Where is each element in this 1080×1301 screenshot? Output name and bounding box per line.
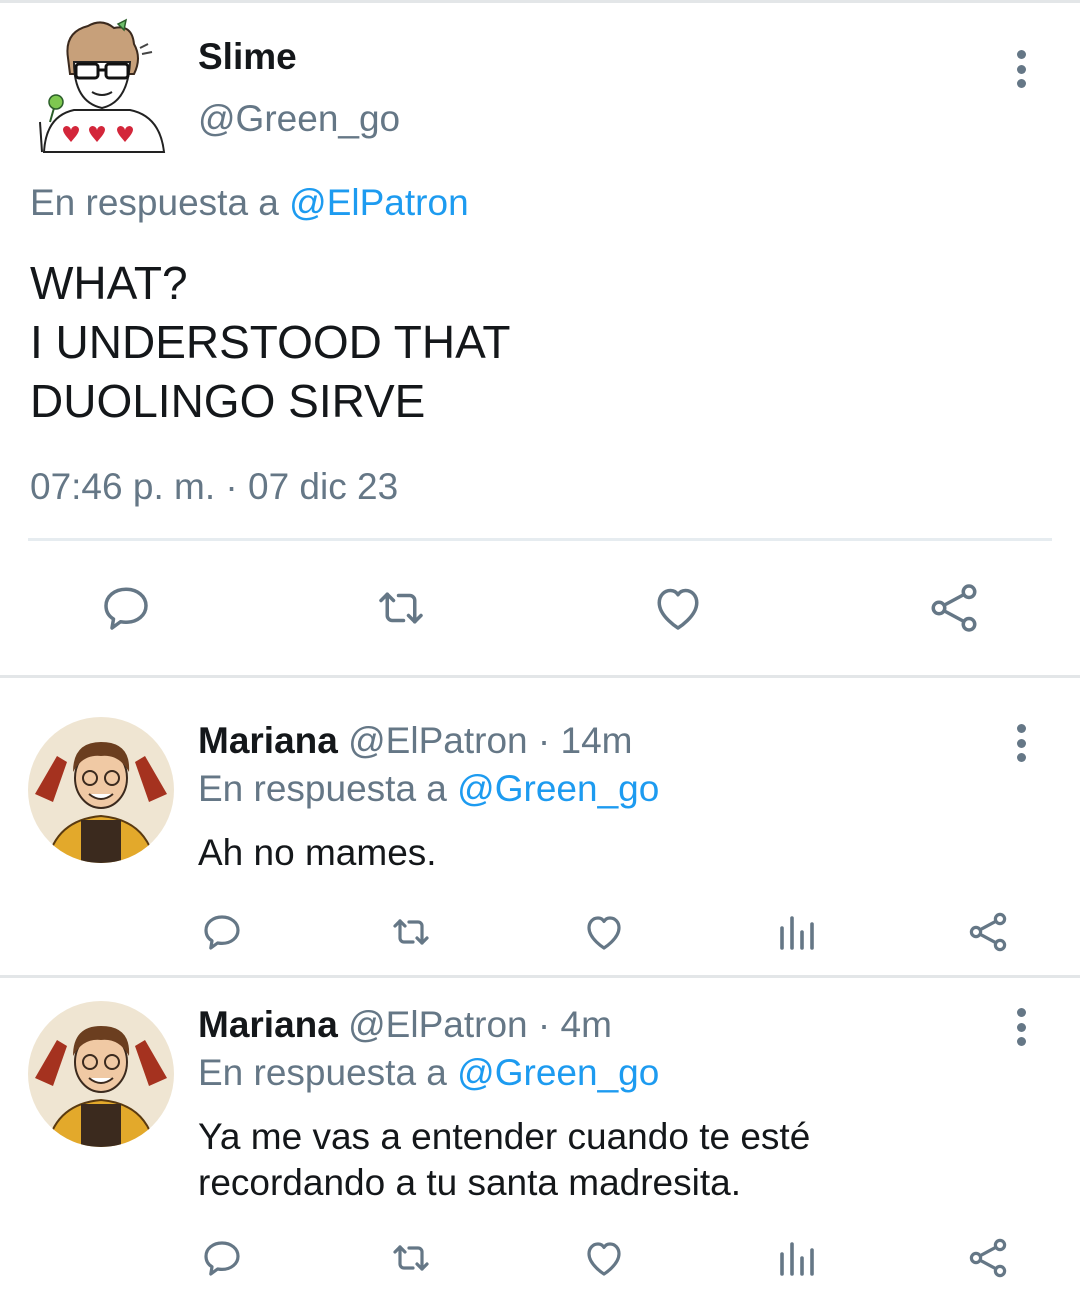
author-name[interactable]: Mariana bbox=[198, 1004, 338, 1045]
like-icon[interactable] bbox=[580, 908, 628, 956]
like-icon[interactable] bbox=[580, 1234, 628, 1282]
views-icon[interactable] bbox=[772, 1234, 820, 1282]
reply-tweet[interactable]: Mariana @ElPatron · 14m En respuesta a @… bbox=[0, 716, 1080, 971]
reply-to-link[interactable]: @Green_go bbox=[457, 1052, 659, 1093]
tweet-line: WHAT? bbox=[30, 257, 188, 309]
tweet-body: WHAT? I UNDERSTOOD THAT DUOLINGO SIRVE bbox=[30, 254, 510, 431]
reply-context: En respuesta a @Green_go bbox=[198, 768, 659, 810]
avatar[interactable] bbox=[27, 716, 175, 864]
author-name[interactable]: Mariana bbox=[198, 720, 338, 761]
reply-icon[interactable] bbox=[198, 1234, 246, 1282]
retweet-icon[interactable] bbox=[387, 908, 435, 956]
relative-time[interactable]: 4m bbox=[561, 1004, 612, 1045]
share-icon[interactable] bbox=[964, 1234, 1012, 1282]
tweet-line: I UNDERSTOOD THAT bbox=[30, 316, 511, 368]
reply-to-link[interactable]: @ElPatron bbox=[289, 182, 468, 223]
author-handle[interactable]: @ElPatron bbox=[348, 720, 527, 761]
separator-dot: · bbox=[537, 720, 551, 761]
reply-line: Ah no mames. bbox=[198, 832, 437, 873]
like-icon[interactable] bbox=[648, 578, 708, 638]
more-options-icon[interactable] bbox=[1009, 50, 1033, 88]
avatar[interactable] bbox=[27, 1000, 175, 1148]
reply-context: En respuesta a @ElPatron bbox=[30, 182, 469, 224]
reply-prefix: En respuesta a bbox=[198, 768, 447, 809]
divider bbox=[0, 975, 1080, 978]
author-name[interactable]: Slime bbox=[198, 36, 297, 78]
main-tweet: Slime @Green_go En respuesta a @ElPatron… bbox=[0, 0, 1080, 676]
reply-header: Mariana @ElPatron · 4m bbox=[198, 1004, 612, 1046]
divider bbox=[0, 675, 1080, 678]
timestamp[interactable]: 07:46 p. m. · 07 dic 23 bbox=[30, 466, 398, 508]
reply-to-link[interactable]: @Green_go bbox=[457, 768, 659, 809]
reply-icon[interactable] bbox=[96, 578, 156, 638]
divider bbox=[28, 538, 1052, 541]
reply-prefix: En respuesta a bbox=[198, 1052, 447, 1093]
separator-dot: · bbox=[537, 1004, 551, 1045]
retweet-icon[interactable] bbox=[371, 578, 431, 638]
retweet-icon[interactable] bbox=[387, 1234, 435, 1282]
author-handle[interactable]: @Green_go bbox=[198, 98, 400, 140]
reply-header: Mariana @ElPatron · 14m bbox=[198, 720, 632, 762]
share-icon[interactable] bbox=[924, 578, 984, 638]
relative-time[interactable]: 14m bbox=[561, 720, 633, 761]
reply-context: En respuesta a @Green_go bbox=[198, 1052, 659, 1094]
reply-tweet[interactable]: Mariana @ElPatron · 4m En respuesta a @G… bbox=[0, 1000, 1080, 1301]
reply-prefix: En respuesta a bbox=[30, 182, 279, 223]
author-handle[interactable]: @ElPatron bbox=[348, 1004, 527, 1045]
reply-body: Ya me vas a entender cuando te esté reco… bbox=[198, 1114, 810, 1206]
more-options-icon[interactable] bbox=[1009, 724, 1033, 762]
more-options-icon[interactable] bbox=[1009, 1008, 1033, 1046]
tweet-line: DUOLINGO SIRVE bbox=[30, 375, 426, 427]
avatar[interactable] bbox=[30, 18, 172, 160]
share-icon[interactable] bbox=[964, 908, 1012, 956]
reply-line: recordando a tu santa madresita. bbox=[198, 1162, 741, 1203]
reply-icon[interactable] bbox=[198, 908, 246, 956]
reply-line: Ya me vas a entender cuando te esté bbox=[198, 1116, 811, 1157]
reply-body: Ah no mames. bbox=[198, 830, 437, 876]
views-icon[interactable] bbox=[772, 908, 820, 956]
